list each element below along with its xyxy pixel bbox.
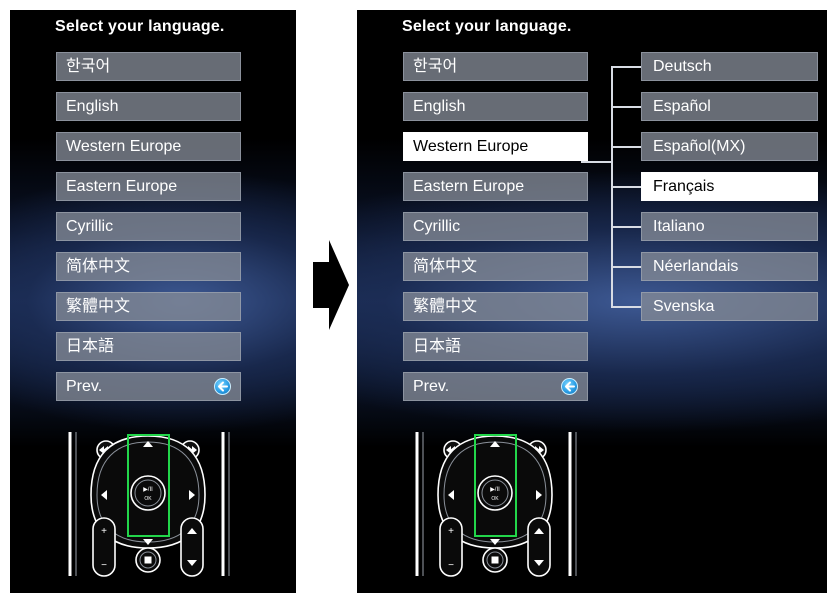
figure: Select your language. 한국어 English Wester… (0, 0, 836, 603)
language-item-western-europe[interactable]: Western Europe (56, 132, 241, 161)
prev-label: Prev. (413, 378, 450, 395)
language-item-eastern-europe[interactable]: Eastern Europe (403, 172, 588, 201)
language-item-traditional-chinese[interactable]: 繁體中文 (403, 292, 588, 321)
submenu-item-espanol-mx[interactable]: Español(MX) (641, 132, 818, 161)
right-screen: Select your language. 한국어 English Wester… (357, 10, 827, 593)
submenu-panel: Deutsch Español Español(MX) Français Ita… (581, 52, 822, 332)
language-item-traditional-chinese[interactable]: 繁體中文 (56, 292, 241, 321)
remote-side-bar-right (221, 432, 230, 576)
language-item-english[interactable]: English (403, 92, 588, 121)
submenu-item-italiano[interactable]: Italiano (641, 212, 818, 241)
tree-branch-line (611, 186, 641, 188)
language-list: 한국어 English Western Europe Eastern Europ… (403, 52, 588, 401)
language-item-japanese[interactable]: 日本語 (56, 332, 241, 361)
submenu-item-neerlandais[interactable]: Néerlandais (641, 252, 818, 281)
volume-rocker[interactable]: + − (92, 517, 116, 577)
back-arrow-icon (561, 378, 578, 395)
submenu-item-deutsch[interactable]: Deutsch (641, 52, 818, 81)
ok-button[interactable]: ▶/II OK (130, 475, 166, 511)
submenu-item-francais[interactable]: Français (641, 172, 818, 201)
volume-plus-label: + (101, 526, 107, 537)
ok-button[interactable]: ▶/II OK (477, 475, 513, 511)
stop-button[interactable] (135, 547, 161, 573)
submenu-item-svenska[interactable]: Svenska (641, 292, 818, 321)
language-item-eastern-europe[interactable]: Eastern Europe (56, 172, 241, 201)
screen-title: Select your language. (55, 18, 225, 35)
prev-button[interactable]: Prev. (56, 372, 241, 401)
volume-minus-label: − (448, 560, 454, 571)
tree-branch-line (611, 106, 641, 108)
tree-branch-line (611, 66, 641, 68)
language-item-cyrillic[interactable]: Cyrillic (56, 212, 241, 241)
remote-side-bar-right (568, 432, 577, 576)
back-arrow-icon (214, 378, 231, 395)
prev-label: Prev. (66, 378, 103, 395)
ok-play-label: ▶/II (143, 487, 153, 493)
submenu-item-espanol[interactable]: Español (641, 92, 818, 121)
tree-branch-line (611, 306, 641, 308)
tree-branch-line (611, 226, 641, 228)
language-item-korean[interactable]: 한국어 (403, 52, 588, 81)
volume-minus-label: − (101, 560, 107, 571)
screen-title: Select your language. (402, 18, 572, 35)
tree-branch-line (611, 146, 641, 148)
language-item-japanese[interactable]: 日本語 (403, 332, 588, 361)
channel-rocker[interactable] (527, 517, 551, 577)
remote-side-bar-left (415, 432, 424, 576)
connector-line (581, 161, 611, 163)
stop-button[interactable] (482, 547, 508, 573)
remote-side-bar-left (68, 432, 77, 576)
language-list: 한국어 English Western Europe Eastern Europ… (56, 52, 241, 401)
ok-play-label: ▶/II (490, 487, 500, 493)
volume-rocker[interactable]: + − (439, 517, 463, 577)
transition-arrow-icon (313, 240, 349, 330)
language-item-english[interactable]: English (56, 92, 241, 121)
ok-label: OK (144, 496, 152, 502)
language-item-korean[interactable]: 한국어 (56, 52, 241, 81)
prev-button[interactable]: Prev. (403, 372, 588, 401)
remote-control: ▶/II OK + − (68, 432, 230, 577)
language-item-simplified-chinese[interactable]: 简体中文 (403, 252, 588, 281)
channel-rocker[interactable] (180, 517, 204, 577)
left-screen: Select your language. 한국어 English Wester… (10, 10, 296, 593)
ok-label: OK (491, 496, 499, 502)
language-item-simplified-chinese[interactable]: 简体中文 (56, 252, 241, 281)
language-item-cyrillic[interactable]: Cyrillic (403, 212, 588, 241)
volume-plus-label: + (448, 526, 454, 537)
remote-control: ▶/II OK + − (415, 432, 577, 577)
language-item-western-europe[interactable]: Western Europe (403, 132, 588, 161)
tree-branch-line (611, 266, 641, 268)
